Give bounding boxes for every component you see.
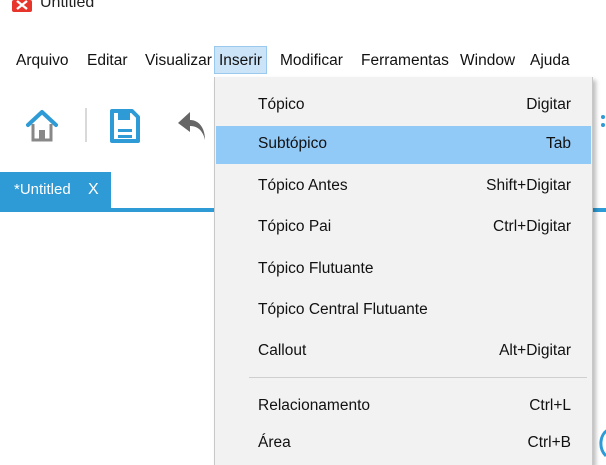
menu-item-subtopico[interactable]: Subtópico Tab	[216, 126, 591, 164]
menu-item-shortcut: Digitar	[526, 96, 571, 113]
menu-item-relacionamento[interactable]: Relacionamento Ctrl+L	[216, 388, 591, 426]
menu-item-label: Tópico Pai	[258, 218, 332, 235]
menu-arquivo[interactable]: Arquivo	[16, 49, 69, 73]
menu-window[interactable]: Window	[460, 49, 515, 73]
canvas-element-fragment	[596, 428, 606, 458]
menu-item-topico-flutuante[interactable]: Tópico Flutuante	[216, 251, 591, 289]
menu-item-topico-central-flutuante[interactable]: Tópico Central Flutuante	[216, 292, 591, 330]
menu-separator	[249, 377, 587, 378]
menu-item-label: Relacionamento	[258, 397, 371, 414]
window-title: Untitled	[40, 0, 95, 11]
menu-item-label: Callout	[258, 342, 307, 359]
menu-item-callout[interactable]: Callout Alt+Digitar	[216, 333, 591, 371]
menu-item-shortcut: Shift+Digitar	[486, 177, 571, 194]
app-window: Untitled Arquivo Editar Visualizar Inser…	[0, 0, 606, 465]
menu-item-label: Subtópico	[258, 135, 327, 152]
menu-ferramentas[interactable]: Ferramentas	[361, 49, 449, 73]
menu-modificar[interactable]: Modificar	[280, 49, 343, 73]
tab-label: *Untitled	[14, 181, 71, 198]
tab-untitled[interactable]: *Untitled X	[0, 172, 111, 208]
menu-item-shortcut: Alt+Digitar	[499, 342, 571, 359]
menu-item-area[interactable]: Área Ctrl+B	[216, 425, 591, 463]
toolbar-separator	[85, 108, 87, 142]
title-bar: Untitled	[0, 0, 606, 30]
toolbar-overflow-fragment	[597, 108, 606, 132]
menu-ajuda[interactable]: Ajuda	[530, 49, 570, 73]
menu-visualizar[interactable]: Visualizar	[145, 49, 212, 73]
home-icon[interactable]	[24, 108, 60, 149]
save-icon[interactable]	[109, 108, 141, 149]
menu-item-topico-antes[interactable]: Tópico Antes Shift+Digitar	[216, 168, 591, 206]
insert-menu-dropdown: Tópico Digitar Subtópico Tab Tópico Ante…	[214, 77, 593, 465]
tab-close-icon[interactable]: X	[88, 172, 99, 208]
menu-item-label: Tópico	[258, 96, 305, 113]
menu-item-label: Tópico Antes	[258, 177, 348, 194]
xmind-logo-icon	[12, 0, 32, 12]
menu-item-label: Área	[258, 434, 291, 451]
menu-item-shortcut: Ctrl+Digitar	[493, 218, 571, 235]
menu-item-shortcut: Ctrl+B	[527, 434, 572, 451]
undo-icon[interactable]	[176, 110, 206, 149]
menu-item-label: Tópico Central Flutuante	[258, 301, 428, 318]
menu-inserir[interactable]: Inserir	[214, 46, 268, 74]
menu-bar: Arquivo Editar Visualizar Inserir Modifi…	[0, 44, 606, 76]
menu-item-shortcut: Tab	[546, 135, 571, 152]
menu-item-topico[interactable]: Tópico Digitar	[216, 87, 591, 125]
menu-item-shortcut: Ctrl+L	[529, 397, 571, 414]
menu-item-topico-pai[interactable]: Tópico Pai Ctrl+Digitar	[216, 209, 591, 247]
menu-item-label: Tópico Flutuante	[258, 260, 374, 277]
menu-editar[interactable]: Editar	[87, 49, 128, 73]
